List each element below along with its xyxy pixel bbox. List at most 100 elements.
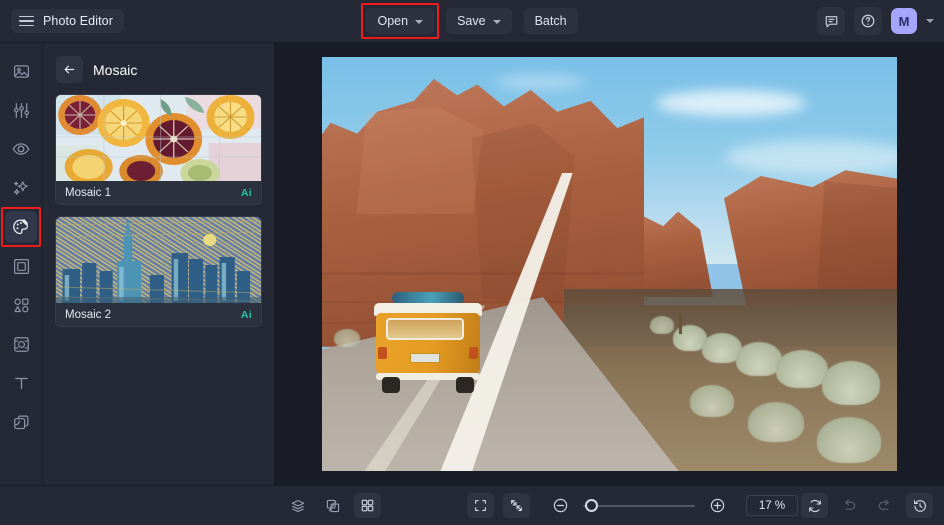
grid-button[interactable] <box>354 493 381 518</box>
sparkles-icon <box>13 181 28 195</box>
sidebar-item-image[interactable] <box>5 55 37 87</box>
canvas-area[interactable] <box>275 43 944 485</box>
bottom-toolbar: 17 % <box>0 485 944 525</box>
effects-panel: Mosaic Mosaic 1 Ai Mosaic 2 Ai <box>43 43 275 485</box>
fit-screen-icon <box>475 500 486 511</box>
zoom-slider-track <box>583 504 695 507</box>
sidebar-item-elements[interactable] <box>5 289 37 321</box>
tool-rail <box>0 43 43 485</box>
sagebrush <box>333 328 360 347</box>
van <box>372 285 484 393</box>
sidebar-item-adjust[interactable] <box>5 94 37 126</box>
sagebrush <box>747 402 804 443</box>
fence-post <box>678 312 682 335</box>
photo-editor-window: Photo Editor Open Save Batch M Mosaic Mo… <box>0 0 944 525</box>
sidebar-item-retouch[interactable] <box>5 133 37 165</box>
footer-view-tools: 17 % <box>467 493 798 518</box>
layers-stack-icon <box>291 499 304 512</box>
sidebar-item-ai-effects[interactable] <box>5 172 37 204</box>
undo-icon <box>845 499 856 510</box>
footer-left-tools <box>284 493 381 518</box>
preset-list[interactable]: Mosaic 1 Ai Mosaic 2 Ai <box>43 91 274 341</box>
rock-shade <box>816 181 897 298</box>
ai-badge: Ai <box>240 308 252 321</box>
redo-icon <box>878 499 889 510</box>
chevron-down-icon <box>492 19 501 24</box>
sidebar-item-effects[interactable] <box>1 207 41 247</box>
cloud <box>494 73 585 90</box>
sidebar-item-frames[interactable] <box>5 250 37 282</box>
panel-header: Mosaic <box>43 43 274 91</box>
shapes-icon <box>13 298 28 312</box>
sidebar-item-layers[interactable] <box>5 406 37 438</box>
rock-highlight <box>356 106 483 215</box>
sagebrush <box>822 360 881 405</box>
sagebrush <box>816 416 881 463</box>
tail-light <box>378 347 387 359</box>
undo-button[interactable] <box>836 493 863 518</box>
plus-circle-icon <box>710 498 725 513</box>
minus-circle-icon <box>553 498 568 513</box>
tail-light <box>469 347 478 359</box>
rock-strata <box>322 272 644 276</box>
preset-thumbnail-citrus <box>56 95 261 181</box>
van-rear-window <box>386 318 464 340</box>
redo-button[interactable] <box>871 493 898 518</box>
sidebar-item-transform[interactable] <box>5 328 37 360</box>
list-item[interactable]: Mosaic 1 Ai <box>55 94 262 205</box>
van-tire <box>456 377 474 393</box>
panel-title: Mosaic <box>93 61 138 78</box>
zoom-slider[interactable] <box>583 499 695 513</box>
save-button-label: Save <box>457 14 486 28</box>
ai-badge: Ai <box>240 186 252 199</box>
zoom-in-button[interactable] <box>704 493 731 518</box>
zoom-slider-handle[interactable] <box>585 499 599 512</box>
zoom-out-button[interactable] <box>547 493 574 518</box>
sidebar-item-text[interactable] <box>5 367 37 399</box>
footer-right-tools <box>801 493 933 518</box>
skyline-mosaic-art <box>56 217 261 303</box>
sagebrush <box>776 350 829 389</box>
compare-button[interactable] <box>319 493 346 518</box>
text-icon <box>14 377 28 389</box>
preset-name: Mosaic 2 <box>65 308 112 321</box>
batch-button-label: Batch <box>534 14 567 28</box>
eye-icon <box>12 143 30 155</box>
batch-button[interactable]: Batch <box>523 8 578 34</box>
back-button[interactable] <box>56 56 83 83</box>
history-button[interactable] <box>906 493 933 518</box>
save-button[interactable]: Save <box>446 8 512 34</box>
center-tool-group: Open Save Batch <box>0 3 944 39</box>
preset-footer: Mosaic 2 Ai <box>56 303 261 326</box>
cloud <box>724 139 897 174</box>
sliders-icon <box>13 102 29 118</box>
preset-thumbnail-skyline <box>56 217 261 303</box>
arrow-left-icon <box>64 65 75 74</box>
cloud <box>655 90 806 117</box>
crop-icon <box>13 336 29 352</box>
image-icon <box>13 64 29 78</box>
layers-button[interactable] <box>284 493 311 518</box>
top-toolbar: Photo Editor Open Save Batch M <box>0 0 944 43</box>
actual-size-button[interactable] <box>503 493 530 518</box>
reset-button[interactable] <box>801 493 828 518</box>
chevron-down-icon <box>415 19 424 24</box>
history-icon <box>913 499 926 512</box>
image-canvas[interactable] <box>322 57 897 471</box>
compare-icon <box>326 499 339 512</box>
open-button[interactable]: Open <box>366 8 435 34</box>
sagebrush <box>690 385 734 418</box>
list-item[interactable]: Mosaic 2 Ai <box>55 216 262 327</box>
license-plate <box>410 353 440 363</box>
grid-icon <box>361 499 374 512</box>
fit-to-screen-button[interactable] <box>467 493 494 518</box>
sagebrush <box>649 316 674 335</box>
sagebrush <box>736 341 782 376</box>
zoom-level-input[interactable]: 17 % <box>746 495 798 516</box>
frame-icon <box>13 258 29 274</box>
open-button-highlight: Open <box>361 3 439 39</box>
preset-name: Mosaic 1 <box>65 186 112 199</box>
shrink-icon <box>511 500 522 511</box>
open-button-label: Open <box>377 14 409 28</box>
preset-footer: Mosaic 1 Ai <box>56 181 261 204</box>
